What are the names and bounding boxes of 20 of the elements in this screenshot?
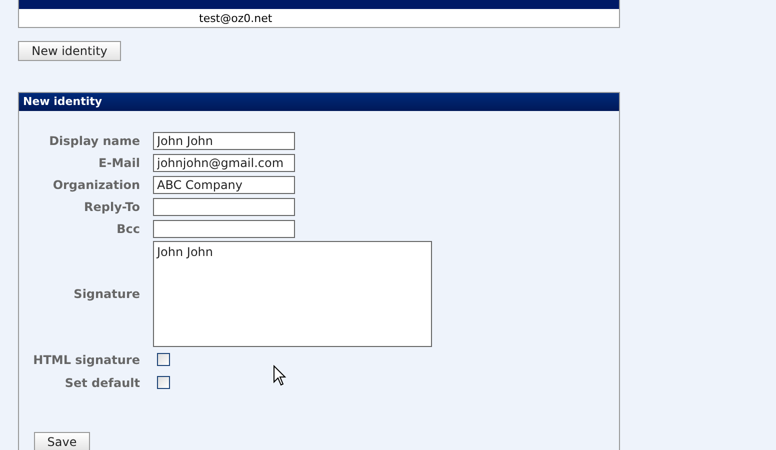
field-label: HTML signature bbox=[32, 352, 140, 366]
field-label: E-Mail bbox=[98, 156, 140, 170]
input-field[interactable] bbox=[153, 220, 295, 238]
field-label: Signature bbox=[72, 287, 140, 301]
input-field[interactable]: ABC Company bbox=[153, 176, 295, 194]
signature-textarea[interactable]: John John bbox=[153, 241, 432, 347]
checkbox[interactable] bbox=[157, 353, 170, 366]
new-identity-button[interactable]: New identity bbox=[18, 41, 121, 61]
field-label: Reply-To bbox=[83, 200, 140, 214]
field-label: Bcc bbox=[116, 222, 140, 236]
save-button[interactable]: Save bbox=[34, 432, 90, 450]
field-label: Organization bbox=[52, 178, 140, 192]
table-cell: test@oz0.net bbox=[195, 9, 341, 28]
field-label: Display name bbox=[48, 134, 140, 148]
input-field[interactable]: johnjohn@gmail.com bbox=[153, 154, 295, 172]
input-field[interactable] bbox=[153, 198, 295, 216]
mouse-pointer-icon bbox=[273, 365, 287, 387]
field-label: Set default bbox=[64, 376, 140, 390]
panel-title: New identity bbox=[19, 93, 619, 111]
checkbox[interactable] bbox=[157, 376, 170, 389]
